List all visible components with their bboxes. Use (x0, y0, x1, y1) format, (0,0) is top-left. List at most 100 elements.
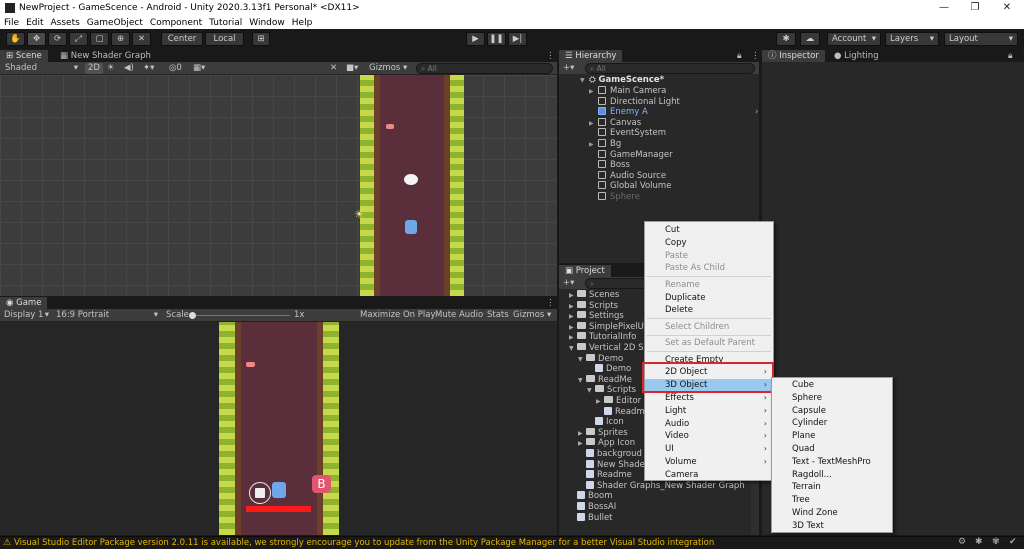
hierarchy-item[interactable]: GameManager (589, 149, 673, 161)
tab-scene[interactable]: ⊞ Scene (0, 50, 48, 62)
audio-toggle-icon[interactable]: ◀) (121, 63, 137, 74)
context-menu-item[interactable]: Duplicate (645, 292, 773, 305)
submenu-item[interactable]: Cube (772, 379, 892, 392)
tab-hierarchy[interactable]: ☰ Hierarchy (559, 50, 623, 62)
scene-viewport[interactable]: ☀ (0, 75, 557, 296)
bug-icon[interactable]: ✾ (992, 537, 1000, 547)
menu-gameobject[interactable]: GameObject (87, 18, 143, 28)
rect-tool-icon[interactable]: ▢ (90, 32, 109, 46)
context-menu-item[interactable]: Video › (645, 430, 773, 443)
expand-arrow-icon[interactable]: ▼ (580, 76, 589, 87)
grid-dropdown-icon[interactable]: ▦▾ (190, 63, 208, 74)
game-gizmos-dropdown[interactable]: Gizmos ▾ (510, 310, 554, 321)
project-folder[interactable]: ▶ Scenes (569, 290, 619, 301)
directional-light-gizmo-icon[interactable]: ☀ (354, 209, 366, 221)
minimize-button[interactable]: — (929, 0, 959, 16)
submenu-item[interactable]: Cylinder (772, 417, 892, 430)
expand-arrow-icon[interactable]: ▶ (569, 302, 577, 310)
project-folder[interactable]: ▶ Scripts (569, 300, 618, 312)
context-menu-item[interactable]: Cut (645, 224, 773, 237)
grid-snap-icon[interactable]: ⊞ (252, 32, 270, 46)
submenu-item[interactable]: Plane (772, 430, 892, 443)
tab-project[interactable]: ▣ Project (559, 265, 611, 277)
expand-arrow-icon[interactable]: ▼ (578, 355, 586, 363)
hierarchy-item[interactable]: ▶ Bg (589, 139, 621, 150)
hierarchy-scene-root[interactable]: ▼ ⛭ GameScence* (580, 75, 664, 86)
expand-arrow-icon[interactable]: ▶ (578, 439, 586, 447)
hand-tool-icon[interactable]: ✋ (6, 32, 25, 46)
project-asset[interactable]: Icon (587, 417, 624, 428)
boss-button[interactable]: B (312, 475, 331, 493)
project-folder[interactable]: ▼ Demo (578, 353, 623, 365)
menu-assets[interactable]: Assets (51, 18, 80, 28)
panel-menu-icon[interactable]: ⋮ (1014, 50, 1024, 62)
menu-component[interactable]: Component (150, 18, 202, 28)
scale-tool-icon[interactable]: ⤢ (69, 32, 88, 46)
maximize-button[interactable]: ❐ (960, 0, 990, 16)
mute-audio-toggle[interactable]: Mute Audio (432, 310, 486, 321)
camera-dropdown-icon[interactable]: ■▾ (343, 63, 361, 74)
expand-arrow-icon[interactable]: ▶ (596, 397, 604, 405)
rotate-tool-icon[interactable]: ⟳ (48, 32, 67, 46)
context-menu-item[interactable]: UI › (645, 443, 773, 456)
project-folder[interactable]: ▼ Scripts (587, 385, 636, 396)
context-menu-item[interactable]: Copy (645, 237, 773, 250)
check-icon[interactable]: ✔ (1009, 537, 1017, 547)
create-add-icon[interactable]: +▾ (560, 63, 577, 74)
enemy-white-sprite[interactable] (404, 174, 418, 185)
submenu-item[interactable]: Ragdoll... (772, 469, 892, 482)
shading-mode-dropdown[interactable]: Shaded ▾ (2, 63, 80, 74)
tools-icon[interactable]: ✕ (327, 63, 340, 74)
project-folder[interactable]: ▶ Settings (569, 311, 624, 322)
lighting-toggle-icon[interactable]: ☀ (104, 63, 118, 74)
expand-arrow-icon[interactable]: ▶ (578, 429, 586, 437)
scene-search-input[interactable]: ⌕ All (416, 63, 553, 74)
expand-arrow-icon[interactable]: ▼ (569, 344, 577, 352)
tab-lighting[interactable]: ● Lighting (828, 50, 884, 62)
project-asset[interactable]: Readme (578, 470, 632, 481)
progress-icon[interactable]: ⚙ (958, 537, 966, 547)
project-asset[interactable]: Shader Graphs_New Shader Graph (578, 480, 745, 492)
hierarchy-item[interactable]: Enemy A › (589, 107, 758, 118)
project-folder[interactable]: ▶ TutorialInfo (569, 332, 636, 343)
expand-arrow-icon[interactable]: ▼ (587, 386, 595, 394)
panel-menu-icon[interactable]: ⋮ (540, 50, 561, 62)
hidden-objects-icon[interactable]: ◎0 (166, 63, 185, 74)
project-folder[interactable]: ▶ App Icon (578, 438, 635, 449)
move-tool-icon[interactable]: ✥ (27, 32, 46, 46)
gizmos-dropdown[interactable]: Gizmos ▾ (366, 63, 410, 74)
effects-dropdown-icon[interactable]: ✦▾ (140, 63, 157, 74)
maximize-on-play-toggle[interactable]: Maximize On Play (357, 310, 438, 321)
cloud-icon[interactable]: ☁ (800, 32, 820, 46)
expand-arrow-icon[interactable]: ▶ (569, 312, 577, 320)
context-menu-item[interactable]: Effects › (645, 392, 773, 405)
game-viewport[interactable]: B (0, 322, 557, 535)
menu-tutorial[interactable]: Tutorial (209, 18, 242, 28)
context-menu-item[interactable]: Light › (645, 405, 773, 418)
account-dropdown[interactable]: Account ▾ (827, 32, 881, 46)
context-menu-item[interactable]: Delete (645, 304, 773, 317)
pivot-center-button[interactable]: Center (161, 32, 203, 46)
play-button[interactable]: ▶ (466, 32, 485, 46)
submenu-item[interactable]: Tree (772, 494, 892, 507)
project-asset[interactable]: Demo (587, 364, 631, 375)
submenu-item[interactable]: 3D Text (772, 520, 892, 533)
aspect-dropdown[interactable]: 16:9 Portrait ▾ (53, 310, 160, 321)
submenu-item[interactable]: Quad (772, 443, 892, 456)
scale-slider-track[interactable] (190, 315, 290, 316)
expand-arrow-icon[interactable]: ▼ (578, 376, 586, 384)
submenu-item[interactable]: Wind Zone (772, 507, 892, 520)
menu-edit[interactable]: Edit (26, 18, 43, 28)
player-sprite[interactable] (405, 220, 417, 234)
project-folder[interactable]: ▶ Editor (596, 396, 641, 407)
step-button[interactable]: ▶| (508, 32, 527, 46)
submenu-item[interactable]: Capsule (772, 405, 892, 418)
display-dropdown[interactable]: Display 1 ▾ (1, 310, 51, 321)
context-menu-item[interactable]: Audio › (645, 418, 773, 431)
chevron-right-icon[interactable]: › (755, 107, 758, 118)
layers-dropdown[interactable]: Layers ▾ (885, 32, 939, 46)
hierarchy-item[interactable]: ▶ Main Camera (589, 86, 666, 97)
project-asset[interactable]: New Shade (578, 459, 645, 471)
layout-dropdown[interactable]: Layout ▾ (944, 32, 1018, 46)
submenu-item[interactable]: Text - TextMeshPro (772, 456, 892, 469)
